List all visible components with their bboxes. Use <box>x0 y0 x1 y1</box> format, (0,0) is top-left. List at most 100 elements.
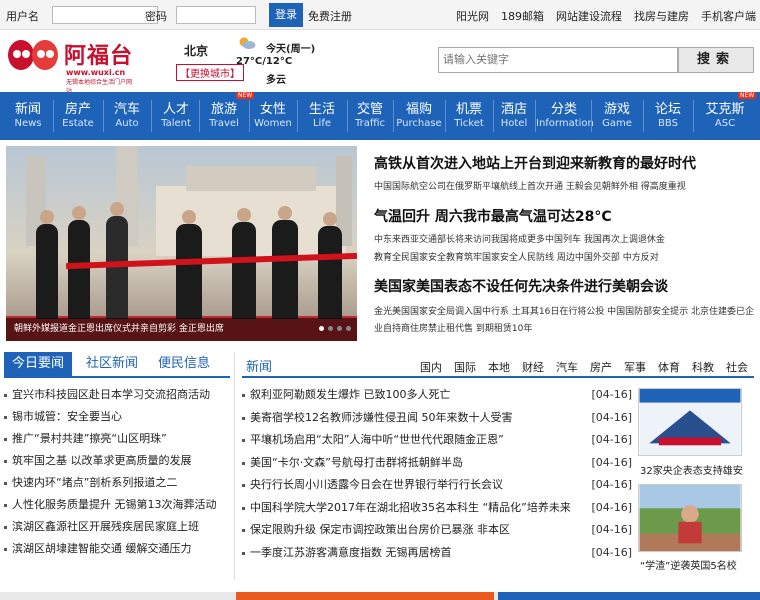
list-item[interactable]: 宜兴市科技园区赴日本学习交流招商活动 <box>4 384 230 406</box>
nav-label: 汽车 <box>113 102 140 117</box>
nav-label: 新闻 <box>14 102 41 117</box>
nav-sublabel: Travel <box>209 118 239 129</box>
nav-separator <box>103 100 104 132</box>
nav-sublabel: Estate <box>62 118 94 129</box>
top-link[interactable]: 189邮箱 <box>499 8 544 24</box>
nav-label: 艾克斯 <box>705 102 745 117</box>
weather-date: 今天(周一) <box>266 44 316 55</box>
ad-image[interactable] <box>638 484 742 552</box>
nav-label: 论坛 <box>654 102 681 117</box>
news-title[interactable]: 保定限购升级 保定市调控政策出台房价已暴涨 非本区 <box>250 519 570 541</box>
news-row[interactable]: 央行行长周小川透露今日会在世界银行举行行长会议 [04-16] <box>242 474 632 497</box>
top-link[interactable]: 找房与建房 <box>632 8 689 24</box>
list-item[interactable]: 快速内环“堵点”剖析系列报道之二 <box>4 472 230 494</box>
news-row[interactable]: 叙利亚阿勒颇发生爆炸 已致100多人死亡 [04-16] <box>242 384 632 407</box>
headline-title[interactable]: 高铁从首次进入地站上开台到迎来新教育的最好时代 <box>374 153 696 173</box>
list-item[interactable]: 筑牢国之基 以改革求更高质量的发展 <box>4 450 230 472</box>
headline-title[interactable]: 气温回升 周六我市最高气温可达28°C <box>374 206 612 226</box>
nav-separator <box>53 100 54 132</box>
category-tab[interactable]: 军事 <box>624 359 646 375</box>
register-link[interactable]: 免费注册 <box>308 8 352 24</box>
list-item[interactable]: 锡市城管：安全要当心 <box>4 406 230 428</box>
news-title[interactable]: 中国科学院大学2017年在湖北招收35名本科生 “精品化”培养未来科学家 <box>250 497 570 519</box>
category-tab[interactable]: 本地 <box>488 359 510 375</box>
login-button[interactable]: 登录 <box>269 3 303 27</box>
nav-label: 酒店 <box>500 102 527 117</box>
news-section-title[interactable]: 新闻 <box>246 356 272 375</box>
tab-today[interactable]: 今日要闻 <box>4 352 73 376</box>
news-row[interactable]: 中国科学院大学2017年在湖北招收35名本科生 “精品化”培养未来科学家 [04-… <box>242 497 632 520</box>
nav-item[interactable]: 艾克斯 ASC <box>694 92 756 140</box>
news-title[interactable]: 叙利亚阿勒颇发生爆炸 已致100多人死亡 <box>250 384 570 406</box>
nav-item[interactable]: 机票 Ticket <box>446 92 492 140</box>
nav-label: 旅游 <box>210 102 237 117</box>
headline-sub[interactable]: 中国国际航空公司在俄罗斯平壤航线上首次开通 王毅会见朝鲜外相 得高度重视 <box>374 179 686 192</box>
list-item[interactable]: 推广“景村共建”擦亮“山区明珠” <box>4 428 230 450</box>
news-row[interactable]: 美国“卡尔·文森”号航母打击群将抵朝鲜半岛 [04-16] <box>242 452 632 475</box>
nav-item[interactable]: 汽车 Auto <box>104 92 150 140</box>
nav-item[interactable]: 人才 Talent <box>152 92 200 140</box>
site-logo[interactable]: 阿福台 www.wuxi.cn 无锡本地综合生活门户网站 <box>6 36 136 95</box>
nav-separator <box>297 100 298 132</box>
headline-sub[interactable]: 金光美国国家安全局调入国中行系 土耳其16日在行将公投 中国国防部安全提示 北京… <box>374 304 756 338</box>
category-tab[interactable]: 财经 <box>522 359 544 375</box>
headline-sub[interactable]: 中东来西亚交通部长将来访问我国将成更多中国列车 我国再次上调退休金 <box>374 232 665 245</box>
news-date: [04-16] <box>591 410 632 424</box>
news-title[interactable]: 央行行长周小川透露今日会在世界银行举行行长会议 <box>250 474 570 496</box>
nav-item[interactable]: 旅游 Travel <box>200 92 248 140</box>
nav-item[interactable]: 福购 Purchase <box>394 92 444 140</box>
headline-title[interactable]: 美国家美国表态不设任何先决条件进行美朝会谈 <box>374 276 668 296</box>
main-nav: 新闻 News 房产 Estate 汽车 Auto 人才 Talent 旅游 Travel 女性 Wo… <box>0 92 760 140</box>
category-tab[interactable]: 房产 <box>590 359 612 375</box>
list-item[interactable]: 人性化服务质量提升 无锡第13次海葬活动 <box>4 494 230 516</box>
nav-item[interactable]: 新闻 News <box>4 92 52 140</box>
list-item[interactable]: 滨湖区鑫源社区开展残疾居民家庭上班 <box>4 516 230 538</box>
list-item[interactable]: 滨湖区胡埭建智能交通 缓解交通压力 <box>4 538 230 560</box>
nav-item[interactable]: 女性 Women <box>250 92 296 140</box>
category-tab[interactable]: 国际 <box>454 359 476 375</box>
category-tab[interactable]: 体育 <box>658 359 680 375</box>
headline-photo[interactable]: 朝鲜外媒报道金正恩出席仪式并亲自剪彩 金正恩出席 <box>6 146 357 341</box>
news-title[interactable]: 平壤机场启用“太阳”人海中听“世世代代跟随金正恩” <box>250 429 570 451</box>
top-link[interactable]: 手机客户端 <box>699 8 756 24</box>
nav-item[interactable]: 论坛 BBS <box>644 92 692 140</box>
news-title[interactable]: 一季度江苏游客满意度指数 无锡再居榜首 <box>250 542 570 564</box>
nav-item[interactable]: 生活 Life <box>298 92 346 140</box>
nav-item[interactable]: 交管 Traffic <box>348 92 392 140</box>
left-tabs: 今日要闻 社区新闻 便民信息 <box>4 352 230 378</box>
news-row[interactable]: 保定限购升级 保定市调控政策出台房价已暴涨 非本区 [04-16] <box>242 519 632 542</box>
ad-image[interactable] <box>638 388 742 456</box>
nav-item[interactable]: 分类 Information <box>536 92 594 140</box>
category-tab[interactable]: 国内 <box>420 359 442 375</box>
ad-caption[interactable]: “学渣”逆袭英国5名校 <box>640 557 737 572</box>
news-row[interactable]: 一季度江苏游客满意度指数 无锡再居榜首 [04-16] <box>242 542 632 565</box>
nav-item[interactable]: 酒店 Hotel <box>494 92 534 140</box>
news-row[interactable]: 美寄宿学校12名教师涉嫌性侵丑闻 50年来数十人受害 [04-16] <box>242 407 632 430</box>
news-date: [04-16] <box>591 545 632 559</box>
news-title[interactable]: 美国“卡尔·文森”号航母打击群将抵朝鲜半岛 <box>250 452 570 474</box>
search-input[interactable] <box>438 47 678 73</box>
username-input[interactable] <box>52 6 158 24</box>
tab-community[interactable]: 社区新闻 <box>86 352 138 376</box>
nav-separator <box>249 100 250 132</box>
password-input[interactable] <box>176 6 256 24</box>
nav-item[interactable]: 房产 Estate <box>54 92 102 140</box>
category-tab[interactable]: 汽车 <box>556 359 578 375</box>
nav-sublabel: News <box>14 118 42 129</box>
nav-sublabel: Life <box>312 118 332 129</box>
switch-city-button[interactable]: 【更换城市】 <box>176 64 244 81</box>
news-row[interactable]: 平壤机场启用“太阳”人海中听“世世代代跟随金正恩” [04-16] <box>242 429 632 452</box>
search-button[interactable]: 搜索 <box>678 47 754 73</box>
top-link[interactable]: 网站建设流程 <box>554 8 622 24</box>
tab-service[interactable]: 便民信息 <box>158 352 210 376</box>
headline-sub[interactable]: 教育全民国家安全教育筑牢国家安全人民防线 周边中国外交部 中方反对 <box>374 250 754 263</box>
slider-dots[interactable] <box>319 326 351 331</box>
ad-caption[interactable]: 32家央企表态支持雄安 <box>640 462 743 477</box>
nav-separator <box>693 100 694 132</box>
category-tab[interactable]: 社会 <box>726 359 748 375</box>
top-link[interactable]: 阳光网 <box>454 8 489 24</box>
news-title[interactable]: 美寄宿学校12名教师涉嫌性侵丑闻 50年来数十人受害 <box>250 407 570 429</box>
category-tab[interactable]: 科教 <box>692 359 714 375</box>
nav-item[interactable]: 游戏 Game <box>592 92 642 140</box>
nav-label: 房产 <box>64 102 91 117</box>
